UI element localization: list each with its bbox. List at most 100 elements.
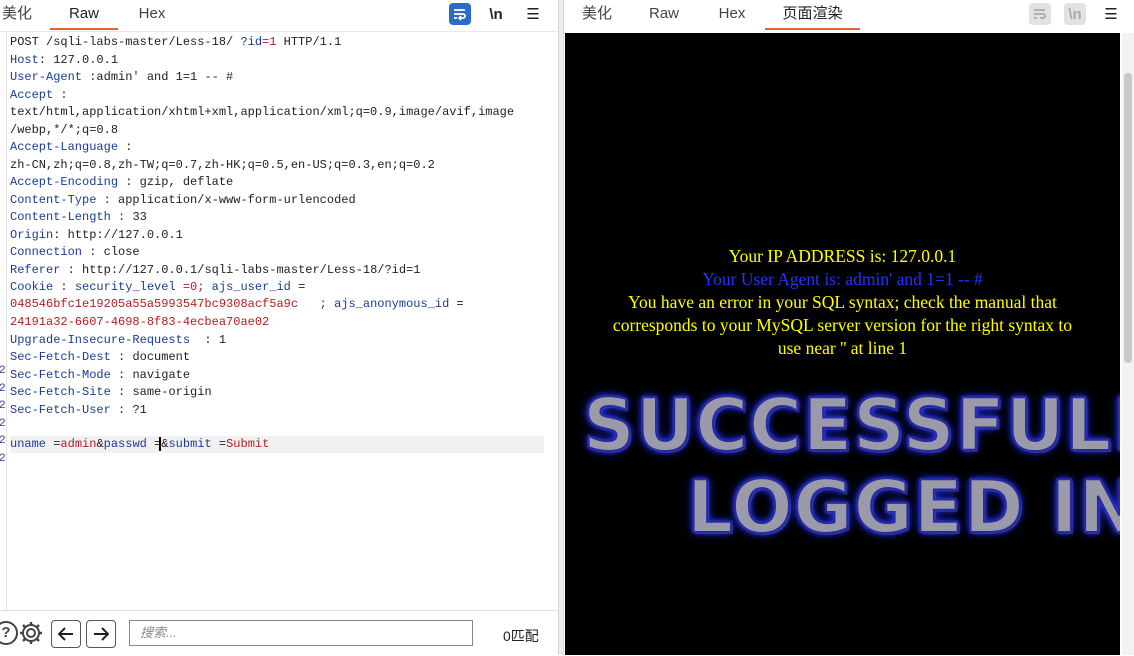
param-value: admin — [60, 437, 97, 451]
header-name: Connection — [10, 245, 83, 259]
sql-error-line: You have an error in your SQL syntax; ch… — [628, 292, 1057, 312]
user-agent-line: Your User Agent is: admin' and 1=1 -- # — [702, 269, 983, 289]
header-name: Sec-Fetch-Site — [10, 385, 111, 399]
header-line: Content-Type : application/x-www-form-ur… — [10, 192, 356, 209]
header-sep: : — [110, 210, 133, 224]
rendered-page: Your IP ADDRESS is: 127.0.0.1 Your User … — [565, 33, 1120, 655]
header-name: Content-Type — [10, 192, 97, 207]
param-key: passwd — [103, 437, 147, 451]
gutter-mark: 2 — [0, 435, 6, 447]
param-value: Submit — [226, 437, 270, 451]
gear-icon[interactable] — [18, 620, 44, 646]
param-key: submit — [168, 437, 212, 451]
header-sep: : — [110, 402, 133, 417]
cookie-line: Cookie : security_level =0; ajs_user_id … — [10, 279, 305, 296]
search-bar: ? 搜索... 0匹配 — [0, 610, 558, 656]
header-line: Host: 127.0.0.1 — [10, 52, 118, 69]
help-icon[interactable]: ? — [0, 621, 18, 645]
header-line: Accept-Language : — [10, 139, 132, 156]
tab-hex[interactable]: Hex — [128, 0, 176, 28]
header-line: Accept-Encoding : gzip, deflate — [10, 174, 233, 191]
request-param-value: =1 — [262, 35, 277, 49]
header-line: Referer : http://127.0.0.1/sqli-labs-mas… — [10, 262, 421, 279]
header-sep: : — [82, 70, 97, 84]
param-key: uname — [10, 437, 47, 451]
tab-raw[interactable]: Raw — [647, 0, 681, 28]
pane-divider[interactable] — [558, 0, 564, 655]
response-tabbar: 美化 Raw Hex 页面渲染 \n ☰ — [565, 0, 1134, 30]
header-value: 33 — [132, 210, 147, 224]
gutter-mark: 2 — [0, 453, 6, 465]
menu-icon[interactable]: ☰ — [1100, 3, 1122, 25]
render-scrollbar[interactable] — [1122, 33, 1134, 655]
header-value: close — [103, 245, 140, 259]
search-input[interactable]: 搜索... — [129, 620, 473, 646]
tab-hex[interactable]: Hex — [715, 0, 749, 28]
header-line: Connection : close — [10, 244, 140, 261]
header-line: Content-Length : 33 — [10, 209, 147, 226]
wrap-lines-icon[interactable] — [449, 3, 471, 25]
param-eq: = — [211, 437, 227, 451]
request-protocol: HTTP/1.1 — [276, 35, 342, 49]
cookie-value: 048546bfc1e19205a55a5993547bc9308acf5a9c — [10, 297, 299, 311]
header-line: Sec-Fetch-User : ?1 — [10, 402, 147, 419]
header-line: Sec-Fetch-Site : same-origin — [10, 384, 212, 401]
scrollbar-thumb[interactable] — [1124, 73, 1132, 363]
header-value: 1 — [218, 332, 227, 347]
tab-pretty[interactable]: 美化 — [0, 0, 34, 28]
header-value: ?1 — [132, 402, 147, 417]
tab-raw[interactable]: Raw — [50, 0, 118, 30]
header-sep: : — [82, 245, 104, 259]
ip-address-line: Your IP ADDRESS is: 127.0.0.1 — [728, 246, 957, 266]
cookie-key: security_level — [74, 280, 176, 294]
header-line: Sec-Fetch-Mode : navigate — [10, 367, 190, 384]
header-name: Origin — [10, 227, 54, 242]
header-sep: : — [38, 52, 54, 67]
cookie-value: =0; — [175, 280, 212, 294]
cookie-line: 048546bfc1e19205a55a5993547bc9308acf5a9c… — [10, 296, 464, 313]
header-value: application/x-www-form-urlencoded — [118, 192, 356, 207]
header-value: http://127.0.0.1/sqli-labs-master/Less-1… — [82, 262, 421, 277]
request-line: POST /sqli-labs-master/Less-18/ ?id=1 HT… — [10, 34, 341, 51]
header-value: gzip, deflate — [139, 175, 234, 189]
prev-match-button[interactable] — [51, 620, 81, 648]
header-sep: : — [53, 87, 68, 102]
menu-icon[interactable]: ☰ — [522, 3, 544, 25]
header-value: same-origin — [132, 385, 212, 399]
wrap-lines-icon — [1029, 3, 1051, 25]
cookie-key: ajs_user_id — [211, 280, 291, 294]
gutter-mark: 2 — [0, 383, 6, 395]
header-name: Upgrade-Insecure-Requests — [10, 332, 191, 347]
next-match-button[interactable] — [86, 620, 116, 648]
cookie-key: ajs_anonymous_id — [334, 297, 450, 311]
newline-toggle-icon[interactable]: \n — [485, 3, 507, 25]
sql-error-line: use near '' at line 1 — [777, 338, 908, 358]
tab-render[interactable]: 页面渲染 — [765, 0, 860, 30]
header-name: User-Agent — [10, 70, 83, 84]
cookie-line: 24191a32-6607-4698-8f83-4ecbea70ae02 — [10, 314, 269, 331]
header-sep: : — [190, 332, 219, 347]
logged-in-banner: LOGGED IN — [686, 464, 1120, 550]
header-name: Referer — [10, 262, 61, 277]
header-name: Sec-Fetch-User — [10, 402, 111, 417]
header-name: Accept-Language — [10, 140, 119, 154]
cookie-sep: ; — [298, 297, 335, 311]
header-line: /webp,*/*;q=0.8 — [10, 122, 118, 139]
header-value: http://127.0.0.1 — [67, 227, 183, 242]
request-editor[interactable]: 2 2 2 2 2 2 POST /sqli-labs-master/Less-… — [0, 31, 558, 610]
header-sep: : — [53, 227, 68, 242]
header-line: zh-CN,zh;q=0.8,zh-TW;q=0.7,zh-HK;q=0.5,e… — [10, 157, 435, 174]
header-sep: : — [53, 280, 75, 294]
header-line: Sec-Fetch-Dest : document — [10, 349, 190, 366]
newline-toggle-icon: \n — [1064, 3, 1086, 25]
header-sep: : — [118, 140, 133, 154]
header-value: zh-CN,zh;q=0.8,zh-TW;q=0.7,zh-HK;q=0.5,e… — [10, 157, 435, 172]
header-name: Content-Length — [10, 210, 111, 224]
tab-pretty[interactable]: 美化 — [580, 0, 614, 28]
arrow-right-icon — [94, 627, 109, 641]
param-amp: & — [96, 437, 104, 451]
header-line: User-Agent :admin' and 1=1 -- # — [10, 69, 233, 86]
header-value: /webp,*/*;q=0.8 — [10, 122, 119, 137]
header-value: navigate — [132, 367, 191, 382]
successfully-banner: SUCCESSFULLY — [582, 382, 1120, 468]
